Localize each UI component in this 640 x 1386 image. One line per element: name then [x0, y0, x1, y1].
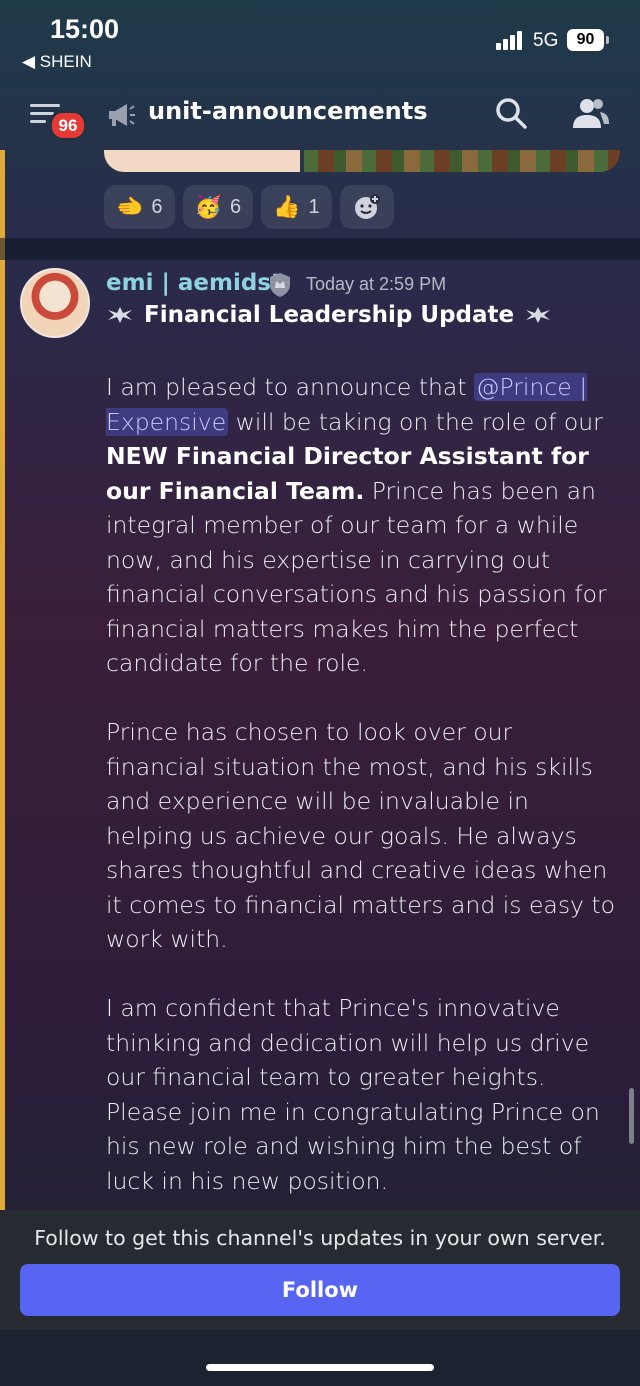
reaction-pill[interactable]: 🥳 6: [182, 185, 254, 229]
home-indicator[interactable]: [206, 1364, 434, 1371]
status-bar: 15:00 ◀ SHEIN 5G 90: [0, 0, 640, 80]
announcement-title: Financial Leadership Update: [144, 302, 515, 328]
message-paragraph: I am confident that Prince's innovative …: [106, 994, 600, 1195]
reaction-emoji: 👍: [273, 194, 301, 220]
author-username[interactable]: emi | aemidst: [106, 270, 282, 296]
previous-message-image[interactable]: [104, 150, 620, 172]
message-paragraph: I am pleased to announce that @Prince | …: [106, 370, 616, 681]
avatar[interactable]: [20, 268, 90, 338]
search-icon[interactable]: [494, 96, 528, 130]
message-paragraph: Prince has chosen to look over our finan…: [106, 718, 616, 953]
reaction-pill[interactable]: 🫲 6: [104, 185, 175, 229]
follow-button[interactable]: Follow: [20, 1264, 620, 1316]
bottom-safe-area: [0, 1330, 640, 1386]
unread-rail: [0, 150, 5, 1210]
channel-name[interactable]: unit-announcements: [148, 97, 428, 125]
megaphone-icon: [109, 104, 135, 126]
channel-header: 96 unit-announcements: [0, 80, 640, 150]
add-reaction-button[interactable]: [339, 185, 394, 229]
back-app-label: SHEIN: [39, 52, 92, 71]
status-time: 15:00: [50, 14, 120, 44]
reactions-row: 🫲 6 🥳 6 👍 1: [104, 185, 394, 229]
reaction-emoji: 🫲: [116, 194, 144, 220]
reaction-count: 6: [229, 195, 242, 218]
network-type: 5G: [533, 30, 559, 51]
reaction-emoji: 🥳: [194, 194, 222, 220]
emblem-icon: [526, 307, 551, 323]
members-icon[interactable]: [570, 96, 610, 130]
message-body: I am pleased to announce that @Prince | …: [106, 370, 616, 1233]
battery-icon: 90: [567, 29, 604, 51]
emblem-icon: [108, 307, 132, 323]
add-reaction-icon: [354, 194, 380, 219]
reaction-pill[interactable]: 👍 1: [261, 185, 332, 229]
paragraph-text: I am pleased to announce that: [106, 373, 475, 401]
paragraph-text: Prince has been an integral member of ou…: [106, 476, 607, 678]
scrollbar[interactable]: [629, 1088, 634, 1144]
message-timestamp: Today at 2:59 PM: [306, 274, 447, 294]
paragraph-text: will be taking on the role of our: [228, 407, 603, 436]
battery-tip: [606, 36, 609, 44]
reaction-count: 1: [308, 195, 320, 218]
announcement-heading: Financial Leadership Update: [106, 302, 552, 328]
follow-panel: Follow to get this channel's updates in …: [0, 1210, 640, 1330]
server-owner-icon: [270, 273, 290, 297]
follow-prompt: Follow to get this channel's updates in …: [34, 1226, 606, 1250]
reaction-count: 6: [151, 195, 163, 218]
notification-badge: 96: [49, 110, 87, 141]
message-separator: [0, 238, 640, 260]
back-to-app-link[interactable]: ◀ SHEIN: [22, 52, 92, 72]
